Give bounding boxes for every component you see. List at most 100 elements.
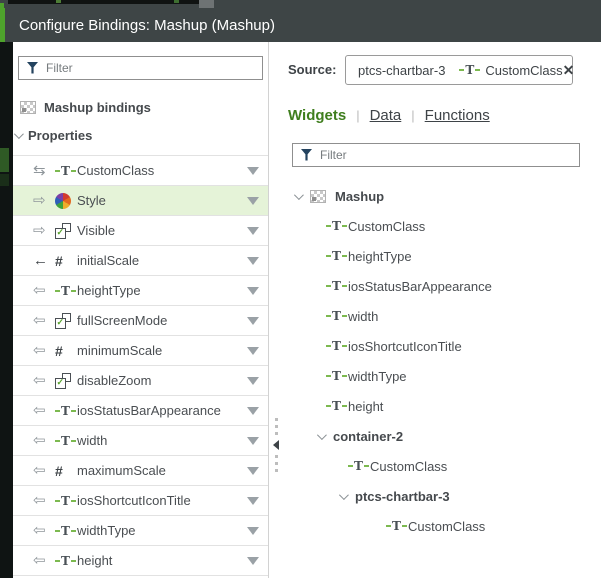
close-icon[interactable]: ✕ — [563, 63, 575, 77]
binding-direction-in-arrow-icon: ⇦ — [33, 432, 46, 449]
left-filter-input[interactable] — [46, 61, 262, 75]
dropdown-caret-icon[interactable] — [247, 406, 259, 415]
type-icon-box: T — [55, 555, 77, 567]
chevron-down-icon[interactable] — [316, 429, 327, 440]
dropdown-caret-icon[interactable] — [247, 436, 259, 445]
dropdown-caret-icon[interactable] — [247, 466, 259, 475]
chevron-down-icon[interactable] — [338, 489, 349, 500]
type-icon-box: T — [55, 405, 77, 417]
dropdown-caret-icon[interactable] — [247, 226, 259, 235]
bindings-panel: Mashup bindings Properties ⇆TCustomClass… — [13, 42, 268, 578]
dropdown-caret-icon[interactable] — [247, 496, 259, 505]
property-row[interactable]: ⇦ Twidth — [13, 426, 268, 456]
type-icon-box — [55, 222, 77, 239]
dropdown-caret-icon[interactable] — [247, 346, 259, 355]
tree-item-label: CustomClass — [348, 218, 426, 234]
background-fragment — [56, 0, 61, 3]
tree-item-label: container-2 — [333, 428, 404, 444]
type-icon-box: T — [386, 520, 408, 532]
binding-direction-in-arrow-icon: ⇦ — [33, 282, 46, 299]
type-icon-box: # — [55, 254, 77, 268]
chevron-down-icon — [13, 129, 24, 140]
binding-direction-in-arrow-icon: ⇦ — [33, 552, 46, 569]
tab-functions[interactable]: Functions — [425, 107, 490, 124]
binding-direction-out-arrow-icon: ⇨ — [33, 192, 46, 209]
dropdown-caret-icon[interactable] — [247, 286, 259, 295]
text-type-icon: T — [55, 525, 76, 537]
dropdown-caret-icon[interactable] — [247, 526, 259, 535]
tree-item-label: CustomClass — [408, 518, 486, 534]
tree-item-label: iosShortcutIconTitle — [348, 338, 462, 354]
mashup-bindings-header: Mashup bindings — [20, 100, 151, 115]
property-row[interactable]: ⇦ # maximumScale — [13, 456, 268, 486]
property-row[interactable]: ⇨ Visible — [13, 216, 268, 246]
tree-item-mashup[interactable]: Mashup — [281, 181, 601, 211]
tree-item-container-2[interactable]: container-2 — [281, 421, 601, 451]
property-row[interactable]: ← # initialScale — [13, 246, 268, 276]
property-row[interactable]: ⇦ TheightType — [13, 276, 268, 306]
text-type-icon: T — [55, 495, 76, 507]
property-label: disableZoom — [77, 373, 152, 388]
dropdown-caret-icon[interactable] — [247, 256, 259, 265]
background-strip — [0, 0, 601, 8]
tree-item-customclass[interactable]: T CustomClass — [281, 511, 601, 541]
property-row[interactable]: ⇦ TwidthType — [13, 516, 268, 546]
number-type-icon: # — [55, 252, 63, 269]
tree-item-iosshortcuticontitle[interactable]: TiosShortcutIconTitle — [281, 331, 601, 361]
panel-divider — [268, 42, 269, 578]
text-type-icon: T — [348, 460, 369, 472]
text-type-icon: T — [326, 370, 347, 382]
dropdown-caret-icon[interactable] — [247, 376, 259, 385]
type-icon-box: T — [55, 165, 77, 177]
text-type-icon: T — [326, 310, 347, 322]
right-filter-input[interactable] — [320, 148, 579, 162]
type-icon-box — [55, 192, 77, 209]
boolean-checkbox-icon — [55, 222, 71, 239]
text-type-icon: T — [55, 285, 76, 297]
text-type-icon: T — [326, 280, 347, 292]
property-row[interactable]: ⇦ disableZoom — [13, 366, 268, 396]
tree-item-iosstatusbarappearance[interactable]: TiosStatusBarAppearance — [281, 271, 601, 301]
properties-section-toggle[interactable]: Properties — [13, 128, 92, 143]
binding-direction-in-arrow-icon: ⇦ — [33, 372, 46, 389]
dropdown-caret-icon[interactable] — [247, 556, 259, 565]
dropdown-caret-icon[interactable] — [247, 166, 259, 175]
property-row[interactable]: ⇦ TiosShortcutIconTitle — [13, 486, 268, 516]
tree-item-height[interactable]: Theight — [281, 391, 601, 421]
type-icon-box: T — [326, 250, 348, 262]
property-row[interactable]: ⇦ fullScreenMode — [13, 306, 268, 336]
type-icon-box: # — [55, 464, 77, 478]
tree-item-ptcs-chartbar-3[interactable]: ptcs-chartbar-3 — [281, 481, 601, 511]
source-widget-name: ptcs-chartbar-3 — [358, 62, 446, 78]
source-tabs: Widgets | Data | Functions — [288, 107, 490, 124]
splitter-dot — [274, 425, 278, 428]
tree-item-label: widthType — [348, 368, 407, 384]
tab-data[interactable]: Data — [370, 107, 402, 124]
tree-item-heighttype[interactable]: TheightType — [281, 241, 601, 271]
dropdown-caret-icon[interactable] — [247, 316, 259, 325]
property-row[interactable]: ⇦ TiosStatusBarAppearance — [13, 396, 268, 426]
tree-item-customclass[interactable]: T CustomClass — [281, 451, 601, 481]
tree-item-width[interactable]: Twidth — [281, 301, 601, 331]
tree-item-widthtype[interactable]: TwidthType — [281, 361, 601, 391]
property-row[interactable]: ⇦ Theight — [13, 546, 268, 576]
property-label: Visible — [77, 223, 116, 238]
tab-separator: | — [411, 108, 415, 123]
property-row[interactable]: ⇨ Style — [13, 186, 268, 216]
collapse-left-icon[interactable] — [273, 440, 279, 450]
chevron-down-icon[interactable] — [293, 189, 304, 200]
type-icon-box: T — [326, 370, 348, 382]
tree-item-customclass[interactable]: T CustomClass — [281, 211, 601, 241]
background-fragment — [0, 148, 9, 172]
panel-splitter-handle[interactable] — [272, 416, 280, 474]
type-icon-box: T — [326, 220, 348, 232]
tab-widgets[interactable]: Widgets — [288, 107, 346, 124]
property-label: Style — [77, 193, 106, 208]
dropdown-caret-icon[interactable] — [247, 196, 259, 205]
text-type-icon: T — [459, 64, 480, 76]
source-binding-chip[interactable]: ptcs-chartbar-3 T CustomClass ✕ — [345, 55, 575, 85]
background-fragment — [174, 0, 179, 3]
splitter-dot — [274, 469, 278, 472]
property-row[interactable]: ⇆ T CustomClass — [13, 156, 268, 186]
property-row[interactable]: ⇦ # minimumScale — [13, 336, 268, 366]
